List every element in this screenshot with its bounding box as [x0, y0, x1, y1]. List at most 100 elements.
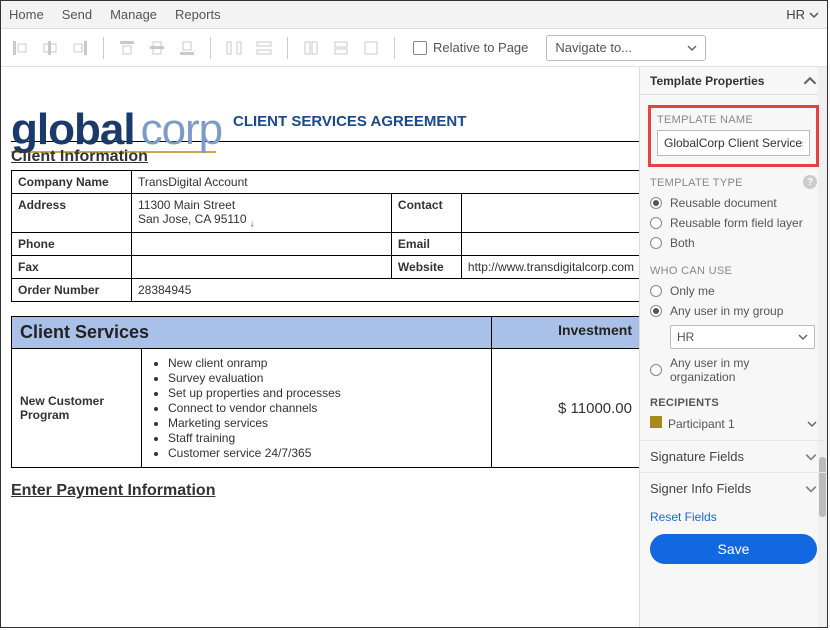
who-option-label: Only me — [670, 284, 715, 298]
align-tool-3[interactable] — [69, 37, 91, 59]
align-tool-4[interactable] — [116, 37, 138, 59]
caret-down-icon — [809, 10, 819, 20]
type-option-label: Both — [670, 236, 695, 250]
radio-icon — [650, 197, 662, 209]
panel-header-label: Template Properties — [650, 74, 764, 88]
accordion-signature-fields[interactable]: Signature Fields — [640, 440, 827, 472]
save-button[interactable]: Save — [650, 534, 817, 564]
help-icon[interactable]: ? — [803, 175, 817, 189]
program-item: Marketing services — [168, 416, 483, 430]
radio-icon — [650, 305, 662, 317]
value-contact — [461, 194, 639, 233]
investment-header: Investment — [492, 317, 639, 348]
value-address: 11300 Main Street San Jose, CA 95110 ↓ — [131, 194, 391, 233]
radio-icon — [650, 217, 662, 229]
program-item: Customer service 24/7/365 — [168, 446, 483, 460]
program-item: Survey evaluation — [168, 371, 483, 385]
type-option-label: Reusable form field layer — [670, 216, 803, 230]
navigate-select-label: Navigate to... — [555, 40, 632, 55]
services-header: Client Services — [12, 317, 492, 348]
who-option-my-group[interactable]: Any user in my group — [650, 301, 817, 321]
who-option-org[interactable]: Any user in my organization — [650, 353, 817, 387]
program-items: New client onramp Survey evaluation Set … — [142, 349, 492, 468]
client-info-table: Company Name TransDigital Account Addres… — [11, 170, 639, 302]
program-price: $ 11000.00 — [492, 349, 640, 468]
section-client-information: Client Information — [11, 148, 639, 166]
label-fax: Fax — [12, 256, 132, 279]
radio-icon — [650, 285, 662, 297]
chevron-down-icon — [805, 483, 817, 495]
program-item: New client onramp — [168, 356, 483, 370]
value-order: 28384945 — [131, 279, 639, 302]
distribute-tool-2[interactable] — [253, 37, 275, 59]
menu-send[interactable]: Send — [62, 7, 92, 22]
chevron-down-icon — [798, 332, 808, 342]
properties-panel: Template Properties TEMPLATE NAME Global… — [639, 67, 827, 627]
who-can-use-label: WHO CAN USE — [650, 265, 817, 277]
size-tool-3[interactable] — [360, 37, 382, 59]
template-type-label: TEMPLATE TYPE — [650, 177, 743, 189]
label-order: Order Number — [12, 279, 132, 302]
type-option-form-layer[interactable]: Reusable form field layer — [650, 213, 817, 233]
recipients-label: RECIPIENTS — [650, 397, 817, 409]
value-website: http://www.transdigitalcorp.com — [461, 256, 639, 279]
radio-icon — [650, 364, 662, 376]
type-option-reusable-doc[interactable]: Reusable document — [650, 193, 817, 213]
navigate-select[interactable]: Navigate to... — [546, 35, 706, 61]
distribute-tool-1[interactable] — [223, 37, 245, 59]
section-payment: Enter Payment Information — [11, 482, 639, 500]
template-name-label: TEMPLATE NAME — [657, 114, 810, 126]
accordion-signer-info-fields[interactable]: Signer Info Fields — [640, 472, 827, 504]
label-email: Email — [391, 233, 461, 256]
user-menu-label: HR — [786, 7, 805, 22]
label-company: Company Name — [12, 171, 132, 194]
value-phone — [131, 233, 391, 256]
group-select-value: HR — [677, 330, 694, 344]
services-header-row: Client Services Investment — [11, 316, 639, 348]
services-table: New Customer Program New client onramp S… — [11, 348, 639, 468]
size-tool-2[interactable] — [330, 37, 352, 59]
align-tool-5[interactable] — [146, 37, 168, 59]
program-item: Staff training — [168, 431, 483, 445]
menu-reports[interactable]: Reports — [175, 7, 221, 22]
recipient-row[interactable]: Participant 1 — [650, 413, 817, 434]
program-name: New Customer Program — [12, 349, 142, 468]
align-tool-1[interactable] — [9, 37, 31, 59]
template-name-value: GlobalCorp Client Services Agreement — [664, 136, 803, 150]
who-option-label: Any user in my organization — [670, 356, 817, 384]
label-contact: Contact — [391, 194, 461, 233]
align-tool-6[interactable] — [176, 37, 198, 59]
menu-bar: Home Send Manage Reports HR — [1, 1, 827, 29]
template-name-highlight: TEMPLATE NAME GlobalCorp Client Services… — [648, 105, 819, 167]
document-title: CLIENT SERVICES AGREEMENT — [233, 113, 466, 130]
group-select[interactable]: HR — [670, 325, 815, 349]
recipient-color-swatch — [650, 416, 662, 428]
checkbox-icon — [413, 41, 427, 55]
menu-manage[interactable]: Manage — [110, 7, 157, 22]
size-tool-1[interactable] — [300, 37, 322, 59]
chevron-down-icon — [805, 451, 817, 463]
chevron-down-icon — [687, 43, 697, 53]
type-option-both[interactable]: Both — [650, 233, 817, 253]
document-preview: globalcorp CLIENT SERVICES AGREEMENT Cli… — [1, 67, 639, 627]
address-line1: 11300 Main Street — [138, 198, 385, 212]
chevron-up-icon — [803, 74, 817, 88]
who-option-label: Any user in my group — [670, 304, 783, 318]
user-menu[interactable]: HR — [786, 7, 819, 22]
radio-icon — [650, 237, 662, 249]
label-website: Website — [391, 256, 461, 279]
value-company: TransDigital Account — [131, 171, 639, 194]
who-option-only-me[interactable]: Only me — [650, 281, 817, 301]
logo-part2: corp — [141, 105, 223, 155]
panel-header[interactable]: Template Properties — [640, 67, 827, 95]
toolbar: Relative to Page Navigate to... — [1, 29, 827, 67]
chevron-down-icon — [807, 419, 817, 429]
accordion-label: Signer Info Fields — [650, 481, 751, 496]
program-item: Connect to vendor channels — [168, 401, 483, 415]
reset-fields-link[interactable]: Reset Fields — [640, 504, 827, 530]
template-name-input[interactable]: GlobalCorp Client Services Agreement — [657, 130, 810, 156]
relative-to-page-toggle[interactable]: Relative to Page — [413, 40, 528, 55]
relative-to-page-label: Relative to Page — [433, 40, 528, 55]
align-tool-2[interactable] — [39, 37, 61, 59]
menu-home[interactable]: Home — [9, 7, 44, 22]
